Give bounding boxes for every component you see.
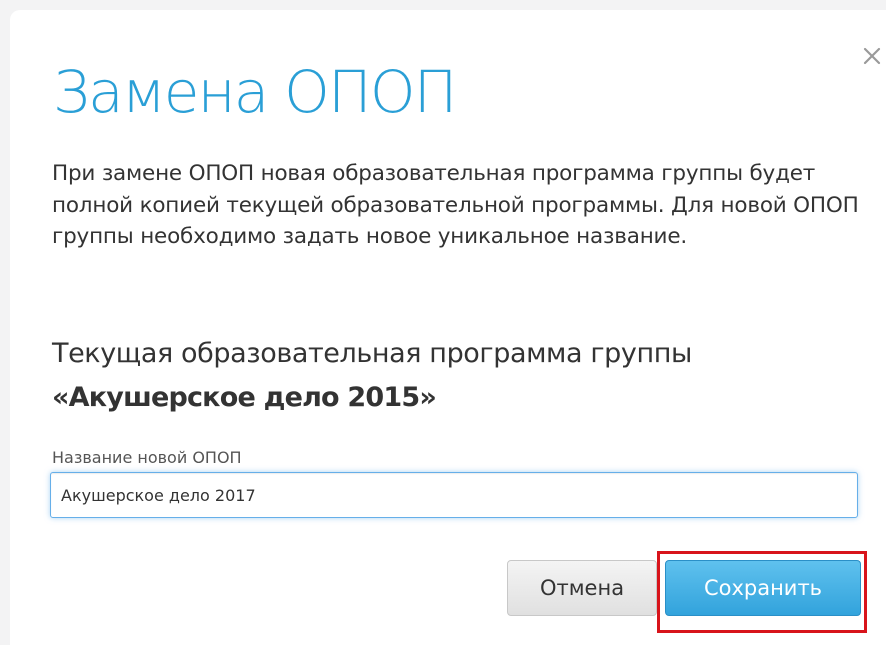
new-program-name-input[interactable]: [50, 472, 858, 518]
dialog-title: Замена ОПОП: [53, 58, 457, 126]
close-icon[interactable]: [860, 44, 884, 68]
save-button[interactable]: Сохранить: [665, 560, 861, 616]
cancel-button[interactable]: Отмена: [507, 560, 657, 616]
dialog-description: При замене ОПОП новая образовательная пр…: [52, 161, 859, 249]
new-program-name-label: Название новой ОПОП: [52, 448, 242, 467]
current-program-name: «Акушерское дело 2015»: [52, 382, 437, 413]
current-program-label: Текущая образовательная программа группы: [52, 338, 692, 369]
replace-program-dialog: Замена ОПОП При замене ОПОП новая образо…: [10, 10, 886, 645]
